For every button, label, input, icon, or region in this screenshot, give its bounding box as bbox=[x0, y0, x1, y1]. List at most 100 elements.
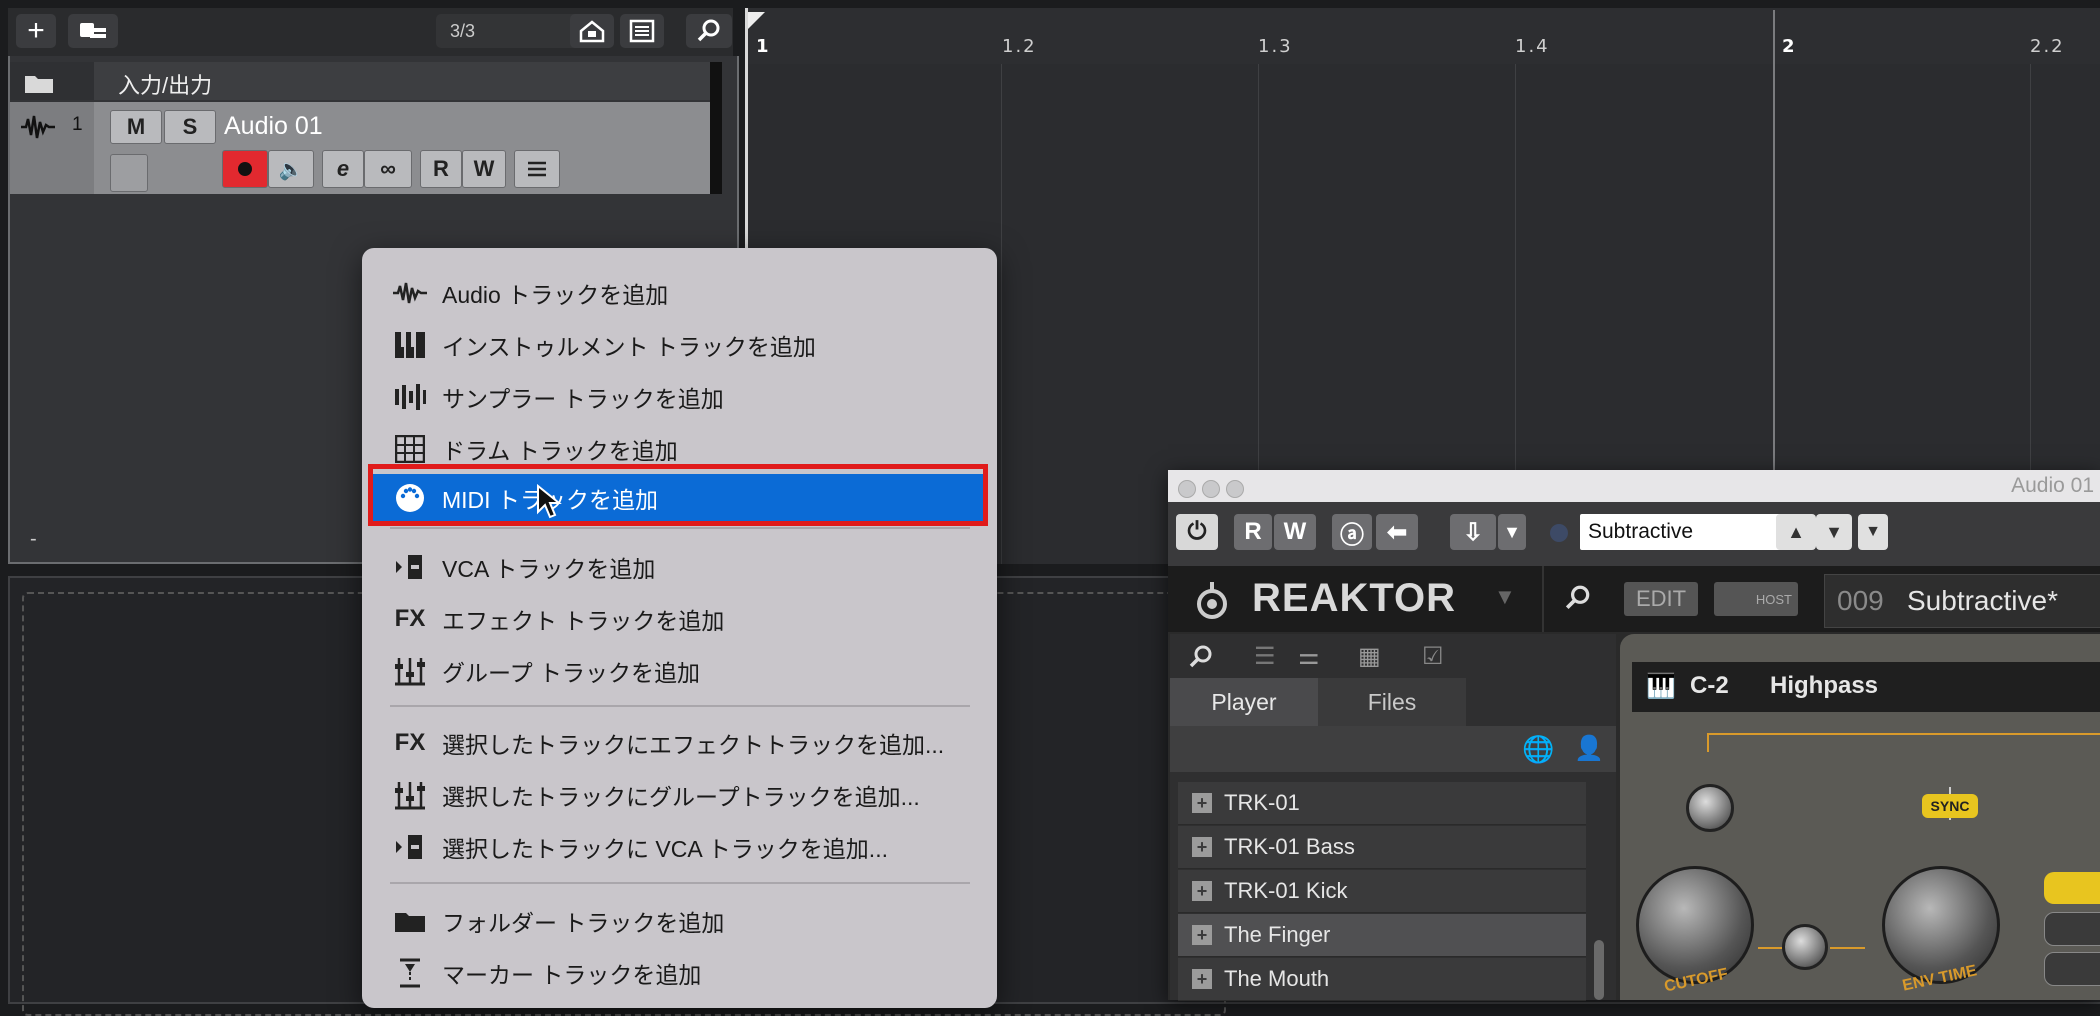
add-track-button[interactable]: + bbox=[16, 14, 56, 48]
routing-menu-button[interactable]: ▼ bbox=[1498, 514, 1526, 550]
preset-down-button[interactable]: ▼ bbox=[1816, 514, 1852, 550]
midi-item-highlight-frame bbox=[368, 464, 988, 526]
envelope-mode-button-1[interactable] bbox=[2044, 872, 2100, 904]
write-automation-button[interactable]: W bbox=[1274, 514, 1316, 550]
envelope-mode-button-3[interactable] bbox=[2044, 952, 2100, 986]
tab-files[interactable]: Files bbox=[1318, 678, 1466, 726]
list-item[interactable]: + The Mouth bbox=[1178, 958, 1586, 1001]
add-icon: + bbox=[1192, 925, 1212, 945]
link-icon: ∞ bbox=[380, 156, 396, 181]
track-color-swatch[interactable] bbox=[110, 154, 148, 192]
preset-display[interactable]: 009 Subtractive* bbox=[1824, 574, 2100, 628]
menu-item-label: エフェクト トラックを追加 bbox=[442, 608, 725, 634]
menu-item-add-sampler-track[interactable]: サンプラー トラックを追加 bbox=[362, 372, 997, 422]
filter-header: 🎹 C-2 Highpass bbox=[1632, 662, 2100, 712]
mixer-icon[interactable]: ⚌ bbox=[1298, 642, 1320, 671]
power-button[interactable]: ⏻ bbox=[1176, 514, 1218, 550]
preset-menu-button[interactable]: ▼ bbox=[1858, 514, 1888, 550]
menu-item-add-audio-track[interactable]: Audio トラックを追加 bbox=[362, 268, 997, 318]
list-item[interactable]: + TRK-01 Kick bbox=[1178, 870, 1586, 913]
filter-mode-select[interactable]: Highpass bbox=[1770, 672, 1878, 700]
list-item-label: The Finger bbox=[1224, 922, 1331, 947]
mid-knob[interactable] bbox=[1782, 924, 1828, 970]
folder-icon bbox=[390, 909, 430, 933]
list-item[interactable]: + The Finger bbox=[1178, 914, 1586, 957]
mute-button[interactable]: M bbox=[110, 110, 162, 144]
reaktor-logo: REAKTOR bbox=[1252, 576, 1457, 620]
record-enable-button[interactable] bbox=[222, 150, 268, 188]
monitor-button[interactable]: 🔈 bbox=[268, 150, 314, 188]
edit-channel-button[interactable]: e bbox=[322, 150, 364, 188]
globe-icon[interactable]: 🌐 bbox=[1522, 734, 1554, 765]
menu-item-add-vca-to-selected[interactable]: 選択したトラックに VCA トラックを追加... bbox=[362, 822, 997, 872]
window-zoom-button[interactable] bbox=[1226, 480, 1244, 498]
filter-amount-knob[interactable] bbox=[1686, 784, 1734, 832]
add-icon: + bbox=[1192, 837, 1212, 857]
track-add-icon bbox=[80, 23, 106, 38]
window-minimize-button[interactable] bbox=[1202, 480, 1220, 498]
track-name[interactable]: Audio 01 bbox=[224, 112, 323, 141]
menu-item-add-vca-track[interactable]: VCA トラックを追加 bbox=[362, 542, 997, 592]
menu-item-add-group-track[interactable]: グループ トラックを追加 bbox=[362, 646, 997, 696]
browser-scrollbar[interactable] bbox=[1594, 940, 1604, 1000]
menu-item-add-marker-track[interactable]: マーカー トラックを追加 bbox=[362, 948, 997, 998]
browser-filter-bar: 🌐 👤 bbox=[1170, 726, 1616, 772]
checkbox-icon[interactable]: ☑ bbox=[1422, 642, 1444, 671]
search-icon[interactable] bbox=[1564, 584, 1592, 612]
keyboard-icon: 🎹 bbox=[1646, 673, 1676, 700]
menu-item-add-effect-track[interactable]: FX エフェクト トラックを追加 bbox=[362, 594, 997, 644]
list-view-icon[interactable]: ☰ bbox=[1254, 642, 1276, 671]
timeline-ruler[interactable] bbox=[745, 8, 2100, 65]
search-button[interactable] bbox=[686, 14, 732, 48]
write-automation-button[interactable]: W bbox=[462, 150, 506, 188]
menu-item-label: VCA トラックを追加 bbox=[442, 556, 656, 582]
auto-button[interactable]: ⓐ bbox=[1332, 514, 1372, 550]
env-time-knob[interactable] bbox=[1882, 866, 2000, 984]
read-automation-button[interactable]: R bbox=[420, 150, 462, 188]
arrow-down-icon: ▼ bbox=[1825, 521, 1843, 542]
home-view-button[interactable] bbox=[570, 14, 614, 48]
side-chain-button[interactable]: ⬅ bbox=[1376, 514, 1418, 550]
search-icon[interactable] bbox=[1188, 644, 1214, 670]
fx-icon-text: FX bbox=[394, 605, 426, 632]
reaktor-logo-icon bbox=[1197, 582, 1227, 619]
edit-channel-label: e bbox=[336, 156, 350, 181]
folder-track-row[interactable]: 入力/出力 bbox=[10, 62, 722, 100]
logo-menu-arrow-icon[interactable]: ▼ bbox=[1494, 584, 1516, 610]
plugin-control-bar: ⏻ R W ⓐ ⬅ ⇩ ▼ Subtractive ▲ ▼ ▼ bbox=[1168, 502, 2100, 566]
list-item[interactable]: + TRK-01 bbox=[1178, 782, 1586, 825]
host-save-button[interactable]: HOST bbox=[1714, 582, 1798, 616]
list-view-button[interactable] bbox=[620, 14, 664, 48]
sync-button[interactable]: SYNC bbox=[1922, 794, 1978, 818]
track-settings-button[interactable] bbox=[514, 150, 560, 188]
solo-button[interactable]: S bbox=[164, 110, 216, 144]
layout-icon[interactable]: ▦ bbox=[1358, 642, 1381, 671]
vca-fader-icon bbox=[390, 553, 430, 581]
menu-item-add-effect-to-selected[interactable]: FX 選択したトラックにエフェクトトラックを追加... bbox=[362, 718, 997, 768]
menu-item-add-instrument-track[interactable]: インストゥルメント トラックを追加 bbox=[362, 320, 997, 370]
preset-name: Subtractive* bbox=[1907, 585, 2058, 616]
home-icon bbox=[579, 20, 605, 43]
audio-track-row[interactable]: 1 M S Audio 01 🔈 e ∞ R W bbox=[10, 100, 722, 194]
group-faders-icon bbox=[390, 780, 430, 810]
read-automation-button[interactable]: R bbox=[1234, 514, 1272, 550]
menu-item-add-group-to-selected[interactable]: 選択したトラックにグループトラックを追加... bbox=[362, 770, 997, 820]
note-value[interactable]: C-2 bbox=[1690, 672, 1729, 700]
tab-player[interactable]: Player bbox=[1170, 678, 1318, 726]
track-list-toolbar: + 3/3 bbox=[8, 8, 733, 56]
preset-up-button[interactable]: ▲ bbox=[1776, 514, 1816, 550]
cycle-start-marker[interactable] bbox=[745, 10, 767, 32]
envelope-mode-button-2[interactable] bbox=[2044, 912, 2100, 946]
list-item[interactable]: + TRK-01 Bass bbox=[1178, 826, 1586, 869]
add-track-menu-button[interactable] bbox=[68, 14, 118, 48]
routing-button[interactable]: ⇩ bbox=[1450, 514, 1496, 550]
edit-button[interactable]: EDIT bbox=[1624, 582, 1698, 616]
cutoff-knob[interactable] bbox=[1636, 866, 1754, 984]
link-button[interactable]: ∞ bbox=[364, 150, 412, 188]
preset-field[interactable]: Subtractive bbox=[1580, 514, 1784, 550]
list-item-label: TRK-01 Kick bbox=[1224, 878, 1348, 903]
reaktor-title-bar[interactable]: Audio 01 bbox=[1168, 470, 2100, 502]
menu-item-add-folder-track[interactable]: フォルダー トラックを追加 bbox=[362, 896, 997, 946]
user-icon[interactable]: 👤 bbox=[1574, 734, 1604, 763]
window-close-button[interactable] bbox=[1178, 480, 1196, 498]
